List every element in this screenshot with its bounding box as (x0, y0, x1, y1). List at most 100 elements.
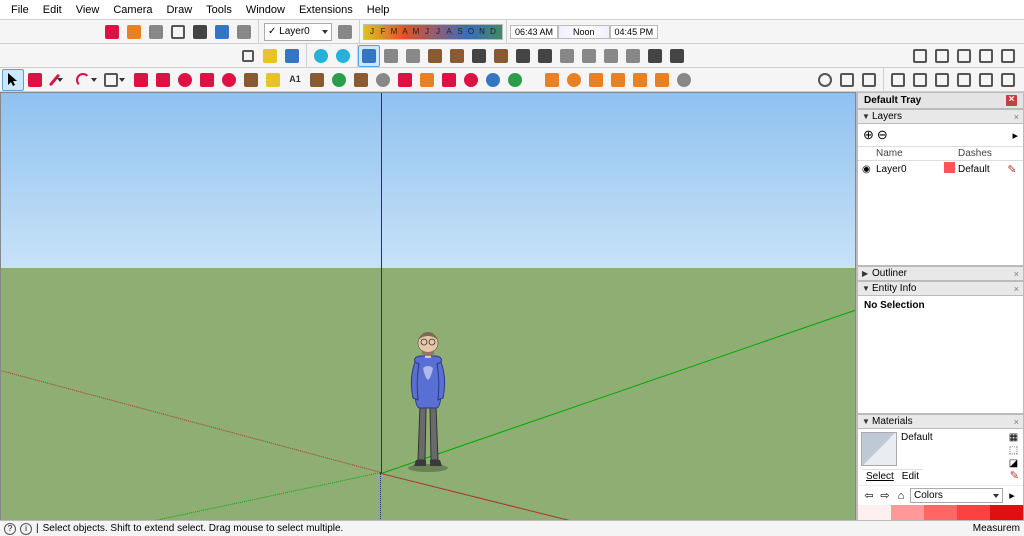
panel-close-icon[interactable]: × (1014, 284, 1019, 294)
model-info-icon[interactable] (600, 45, 622, 67)
materials-tab-select[interactable]: Select (866, 471, 894, 482)
view-iso-icon[interactable] (887, 69, 909, 91)
pan-tool-icon[interactable] (350, 69, 372, 91)
outliner-panel-header[interactable]: ▶ Outliner × (857, 266, 1024, 281)
entity-info-panel-header[interactable]: ▼ Entity Info × (857, 281, 1024, 296)
layer-row[interactable]: ◉ Layer0 Default ✎ (858, 161, 1023, 177)
month-strip[interactable]: JFMAMJJASOND (363, 24, 503, 40)
save-file-icon[interactable] (281, 45, 303, 67)
layer-add-icon[interactable]: ⊕ (863, 127, 874, 143)
materials-panel-header[interactable]: ▼ Materials × (857, 414, 1024, 429)
layer-menu-icon[interactable]: ▸ (1012, 129, 1018, 142)
panel-close-icon[interactable]: × (1014, 269, 1019, 279)
geo-location-icon[interactable]: ? (4, 523, 16, 535)
look-around-icon[interactable] (482, 69, 504, 91)
material-default-icon[interactable]: ◪ (1007, 458, 1020, 469)
dyn-comp-interact-icon[interactable] (814, 69, 836, 91)
redo-icon[interactable] (332, 45, 354, 67)
component-icon[interactable] (446, 45, 468, 67)
section-plane-icon[interactable] (416, 69, 438, 91)
extensions-icon[interactable] (644, 45, 666, 67)
dyn-comp-options-icon[interactable] (836, 69, 858, 91)
layer-manager-icon[interactable] (334, 21, 356, 43)
menu-help[interactable]: Help (360, 2, 397, 18)
layer-dashes[interactable]: Default (958, 164, 1005, 175)
rectangle-tool-icon[interactable] (102, 69, 130, 91)
shadow-time-slider[interactable]: 06:43 AM Noon 04:45 PM (510, 25, 658, 39)
solid-split-icon[interactable] (997, 45, 1019, 67)
layer-remove-icon[interactable]: ⊖ (877, 127, 888, 143)
style-shaded-icon[interactable] (101, 21, 123, 43)
menu-edit[interactable]: Edit (36, 2, 69, 18)
walk-tool-icon[interactable] (460, 69, 482, 91)
orbit-tool-icon[interactable] (328, 69, 350, 91)
solid-union-icon[interactable] (909, 45, 931, 67)
material-sample-icon[interactable]: ✎ (1010, 469, 1019, 483)
export-icon[interactable] (556, 45, 578, 67)
text-tool-icon[interactable]: A1 (284, 69, 306, 91)
menu-tools[interactable]: Tools (199, 2, 239, 18)
view-back-icon[interactable] (975, 69, 997, 91)
scale-figure[interactable] (403, 328, 453, 478)
materials-menu-icon[interactable]: ▸ (1005, 489, 1019, 503)
sandbox-detail-icon[interactable] (651, 69, 673, 91)
solid-subtract-icon[interactable] (953, 45, 975, 67)
cut-icon[interactable] (380, 45, 402, 67)
tray-close-icon[interactable]: × (1006, 95, 1017, 106)
print-icon[interactable] (578, 45, 600, 67)
send-to-layout-icon[interactable] (666, 45, 688, 67)
tray-title-bar[interactable]: Default Tray × (857, 92, 1024, 109)
style-hidden-line-icon[interactable] (145, 21, 167, 43)
copy-icon[interactable] (402, 45, 424, 67)
layer-visibility-icon[interactable]: ◉ (862, 164, 876, 175)
style-shaded-tex-icon[interactable] (123, 21, 145, 43)
style-back-edges-icon[interactable] (233, 21, 255, 43)
face-style-toggle-icon[interactable] (358, 45, 380, 67)
layer-combobox[interactable]: ✓ Layer0 (264, 23, 332, 41)
solid-intersect-icon[interactable] (931, 45, 953, 67)
zoom-tool-icon[interactable] (372, 69, 394, 91)
sandbox-contour-icon[interactable] (541, 69, 563, 91)
paint-tool-icon[interactable] (306, 69, 328, 91)
menu-view[interactable]: View (69, 2, 107, 18)
select-tool-icon[interactable] (2, 69, 24, 91)
material-create-icon[interactable]: ⬚ (1007, 445, 1020, 456)
style-mono-icon[interactable] (189, 21, 211, 43)
materials-library-combo[interactable]: Colors (910, 488, 1003, 503)
paste-icon[interactable] (424, 45, 446, 67)
sandbox-smoove-icon[interactable] (585, 69, 607, 91)
offset-tool-icon[interactable] (218, 69, 240, 91)
panel-close-icon[interactable]: × (1014, 417, 1019, 427)
panel-close-icon[interactable]: × (1014, 112, 1019, 122)
material-display-icon[interactable]: ▦ (1007, 432, 1020, 443)
eraser-tool-icon[interactable] (24, 69, 46, 91)
move-tool-icon[interactable] (152, 69, 174, 91)
house-icon[interactable] (468, 45, 490, 67)
layers-col-dashes[interactable]: Dashes (958, 148, 1005, 159)
credits-icon[interactable]: i (20, 523, 32, 535)
warehouse-icon[interactable] (490, 45, 512, 67)
materials-home-icon[interactable]: ⌂ (894, 489, 908, 503)
model-viewport[interactable] (0, 92, 856, 532)
material-preview-thumb[interactable] (861, 432, 897, 466)
undo-icon[interactable] (310, 45, 332, 67)
style-xray-icon[interactable] (211, 21, 233, 43)
layer-edit-icon[interactable]: ✎ (1005, 163, 1019, 176)
settings-icon[interactable] (622, 45, 644, 67)
followme-tool-icon[interactable] (240, 69, 262, 91)
open-file-icon[interactable] (259, 45, 281, 67)
line-tool-icon[interactable] (46, 69, 74, 91)
menu-window[interactable]: Window (239, 2, 292, 18)
pushpull-tool-icon[interactable] (130, 69, 152, 91)
style-wireframe-icon[interactable] (167, 21, 189, 43)
layer-color-swatch[interactable] (944, 162, 958, 176)
arc-tool-icon[interactable] (74, 69, 102, 91)
rotate-tool-icon[interactable] (174, 69, 196, 91)
scale-tool-icon[interactable] (196, 69, 218, 91)
new-file-icon[interactable] (237, 45, 259, 67)
solid-trim-icon[interactable] (975, 45, 997, 67)
tape-tool-icon[interactable] (262, 69, 284, 91)
layers-panel-header[interactable]: ▼ Layers × (857, 109, 1024, 124)
view-front-icon[interactable] (931, 69, 953, 91)
view-lock-icon[interactable] (997, 69, 1019, 91)
